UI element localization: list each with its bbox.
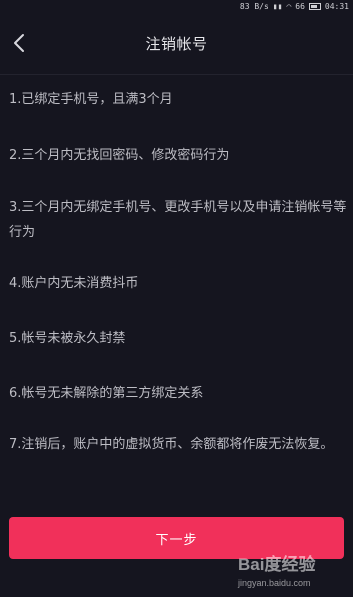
battery-level: 66 <box>295 2 305 11</box>
rule-item: 7.注销后，账户中的虚拟货币、余额都将作废无法恢复。 <box>9 437 334 452</box>
rule-item: 3.三个月内无绑定手机号、更改手机号以及申请注销帐号等行为 <box>9 200 347 240</box>
signal-icon: ▮▮ <box>272 2 283 11</box>
page-title: 注销帐号 <box>145 35 208 53</box>
watermark-logo: Bai度经验 <box>238 555 316 574</box>
rule-item: 6.帐号无未解除的第三方绑定关系 <box>9 386 204 401</box>
back-button[interactable] <box>8 29 30 57</box>
baidu-jingyan-watermark: Bai度经验 jingyan.baidu.com <box>236 548 351 596</box>
rule-item: 5.帐号未被永久封禁 <box>9 331 126 346</box>
rule-item: 4.账户内无未消费抖币 <box>9 276 139 291</box>
status-bar: 83 B/s ▮▮ ◠ 66 04:31 <box>0 0 353 13</box>
battery-icon <box>308 3 321 10</box>
wifi-icon: ◠ <box>286 2 292 11</box>
chevron-left-icon <box>14 34 24 52</box>
watermark-url: jingyan.baidu.com <box>238 578 311 588</box>
rule-item: 1.已绑定手机号，且满3个月 <box>9 92 173 107</box>
net-speed: 83 B/s <box>239 2 269 11</box>
clock: 04:31 <box>324 2 349 11</box>
rule-item: 2.三个月内无找回密码、修改密码行为 <box>9 148 230 163</box>
nav-bar: 注销帐号 <box>0 13 353 75</box>
